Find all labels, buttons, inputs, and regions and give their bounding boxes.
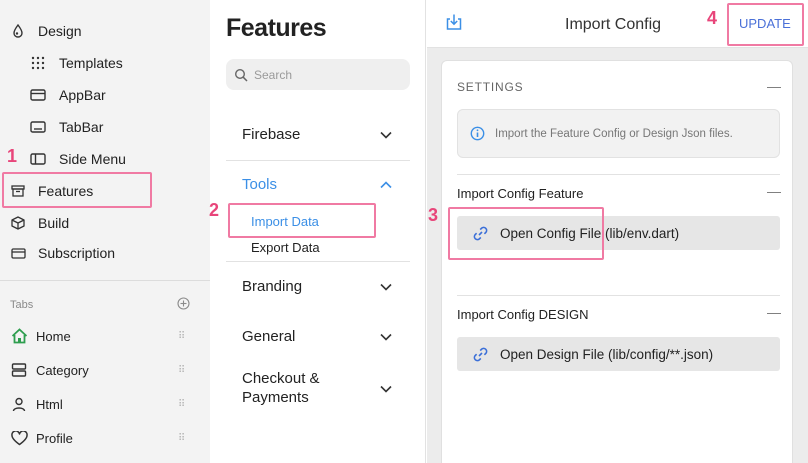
sidebar-item-templates[interactable]: Templates bbox=[0, 49, 210, 77]
info-box: Import the Feature Config or Design Json… bbox=[457, 109, 780, 158]
chevron-up-icon bbox=[380, 176, 392, 193]
heart-icon bbox=[10, 429, 28, 447]
highlight-update bbox=[727, 3, 804, 46]
page-title: Features bbox=[226, 14, 327, 42]
tab-home[interactable]: Home ⠿ bbox=[0, 322, 210, 350]
grid-dots-icon bbox=[30, 55, 46, 71]
sidebar-item-label: Templates bbox=[59, 55, 123, 71]
tabs-header: Tabs bbox=[10, 297, 190, 313]
sidebar-item-label: Build bbox=[38, 215, 70, 231]
step-marker-4: 4 bbox=[707, 8, 718, 28]
card-icon bbox=[10, 245, 26, 261]
step-marker-2: 2 bbox=[209, 200, 220, 220]
sidebar: Design Templates AppBar TabBar Side Menu… bbox=[0, 0, 210, 463]
section-label: Branding bbox=[242, 278, 303, 295]
tabbar-icon bbox=[30, 119, 46, 135]
category-icon bbox=[10, 361, 28, 379]
tab-label: Html bbox=[36, 396, 63, 412]
divider bbox=[457, 174, 780, 175]
chevron-down-icon bbox=[380, 328, 392, 345]
tab-profile[interactable]: Profile ⠿ bbox=[0, 424, 210, 452]
open-design-file-button[interactable]: Open Design File (lib/config/**.json) bbox=[457, 337, 780, 371]
search-icon bbox=[234, 68, 248, 82]
highlight-open-config bbox=[448, 207, 604, 260]
section-general[interactable]: General bbox=[242, 328, 392, 345]
tab-label: Profile bbox=[36, 430, 73, 446]
paint-drop-icon bbox=[10, 23, 26, 39]
divider bbox=[457, 295, 780, 296]
section-label: Firebase bbox=[242, 126, 301, 143]
sidebar-item-label: Subscription bbox=[38, 245, 116, 261]
tab-label: Home bbox=[36, 328, 71, 344]
sidebar-item-appbar[interactable]: AppBar bbox=[0, 81, 210, 109]
section-label-line2: Payments bbox=[242, 389, 309, 406]
section-branding[interactable]: Branding bbox=[242, 278, 392, 295]
drag-handle-icon[interactable]: ⠿ bbox=[178, 331, 185, 342]
collapse-icon[interactable]: — bbox=[767, 183, 781, 199]
tab-category[interactable]: Category ⠿ bbox=[0, 356, 210, 384]
sidebar-item-label: AppBar bbox=[59, 87, 106, 103]
info-icon bbox=[470, 126, 485, 141]
drag-handle-icon[interactable]: ⠿ bbox=[178, 433, 185, 444]
divider bbox=[226, 160, 410, 161]
panel-title: Import Config bbox=[565, 16, 662, 33]
chevron-down-icon bbox=[380, 126, 392, 143]
sidebar-divider bbox=[0, 280, 210, 281]
menu-item-export-data[interactable]: Export Data bbox=[251, 240, 320, 255]
button-label: Open Design File (lib/config/**.json) bbox=[500, 346, 714, 362]
step-marker-1: 1 bbox=[7, 146, 18, 166]
tab-html[interactable]: Html ⠿ bbox=[0, 390, 210, 418]
cube-icon bbox=[10, 215, 26, 231]
section-checkout-payments[interactable]: Checkout & Payments bbox=[242, 369, 392, 407]
section-firebase[interactable]: Firebase bbox=[242, 126, 392, 143]
home-icon bbox=[10, 327, 28, 345]
sidebar-item-label: Side Menu bbox=[59, 151, 126, 167]
collapse-icon[interactable]: — bbox=[767, 78, 781, 94]
add-tab-icon[interactable] bbox=[177, 297, 190, 313]
sidebar-item-label: Design bbox=[38, 23, 82, 39]
info-text: Import the Feature Config or Design Json… bbox=[495, 127, 733, 140]
section-label: General bbox=[242, 328, 296, 345]
highlight-features bbox=[2, 172, 152, 208]
download-icon[interactable] bbox=[444, 12, 464, 32]
side-menu-icon bbox=[30, 151, 46, 167]
sidebar-item-build[interactable]: Build bbox=[0, 209, 210, 237]
chevron-down-icon bbox=[380, 278, 392, 295]
chevron-down-icon bbox=[380, 380, 392, 397]
search-placeholder: Search bbox=[254, 67, 293, 82]
search-input[interactable]: Search bbox=[226, 59, 410, 90]
person-icon bbox=[10, 395, 28, 413]
appbar-icon bbox=[30, 87, 46, 103]
collapse-icon[interactable]: — bbox=[767, 304, 781, 320]
section-tools[interactable]: Tools bbox=[242, 176, 392, 193]
drag-handle-icon[interactable]: ⠿ bbox=[178, 365, 185, 376]
section-label-line1: Checkout & bbox=[242, 370, 320, 387]
section-label: Tools bbox=[242, 176, 278, 193]
settings-heading: SETTINGS bbox=[457, 80, 524, 94]
sidebar-item-design[interactable]: Design bbox=[0, 17, 210, 45]
highlight-import-data bbox=[228, 203, 376, 238]
link-icon bbox=[472, 346, 489, 363]
sidebar-item-side-menu[interactable]: Side Menu bbox=[0, 145, 210, 173]
sidebar-item-tabbar[interactable]: TabBar bbox=[0, 113, 210, 141]
step-marker-3: 3 bbox=[428, 205, 439, 225]
sidebar-item-label: TabBar bbox=[59, 119, 104, 135]
settings-card: SETTINGS — Import the Feature Config or … bbox=[441, 60, 793, 463]
section-label: Checkout & Payments bbox=[242, 369, 320, 407]
import-config-design-heading: Import Config DESIGN bbox=[457, 307, 589, 322]
divider bbox=[226, 261, 410, 262]
tabs-label: Tabs bbox=[10, 299, 34, 311]
import-config-feature-heading: Import Config Feature bbox=[457, 186, 584, 201]
tab-label: Category bbox=[36, 362, 89, 378]
sidebar-item-subscription[interactable]: Subscription bbox=[0, 239, 210, 267]
drag-handle-icon[interactable]: ⠿ bbox=[178, 399, 185, 410]
